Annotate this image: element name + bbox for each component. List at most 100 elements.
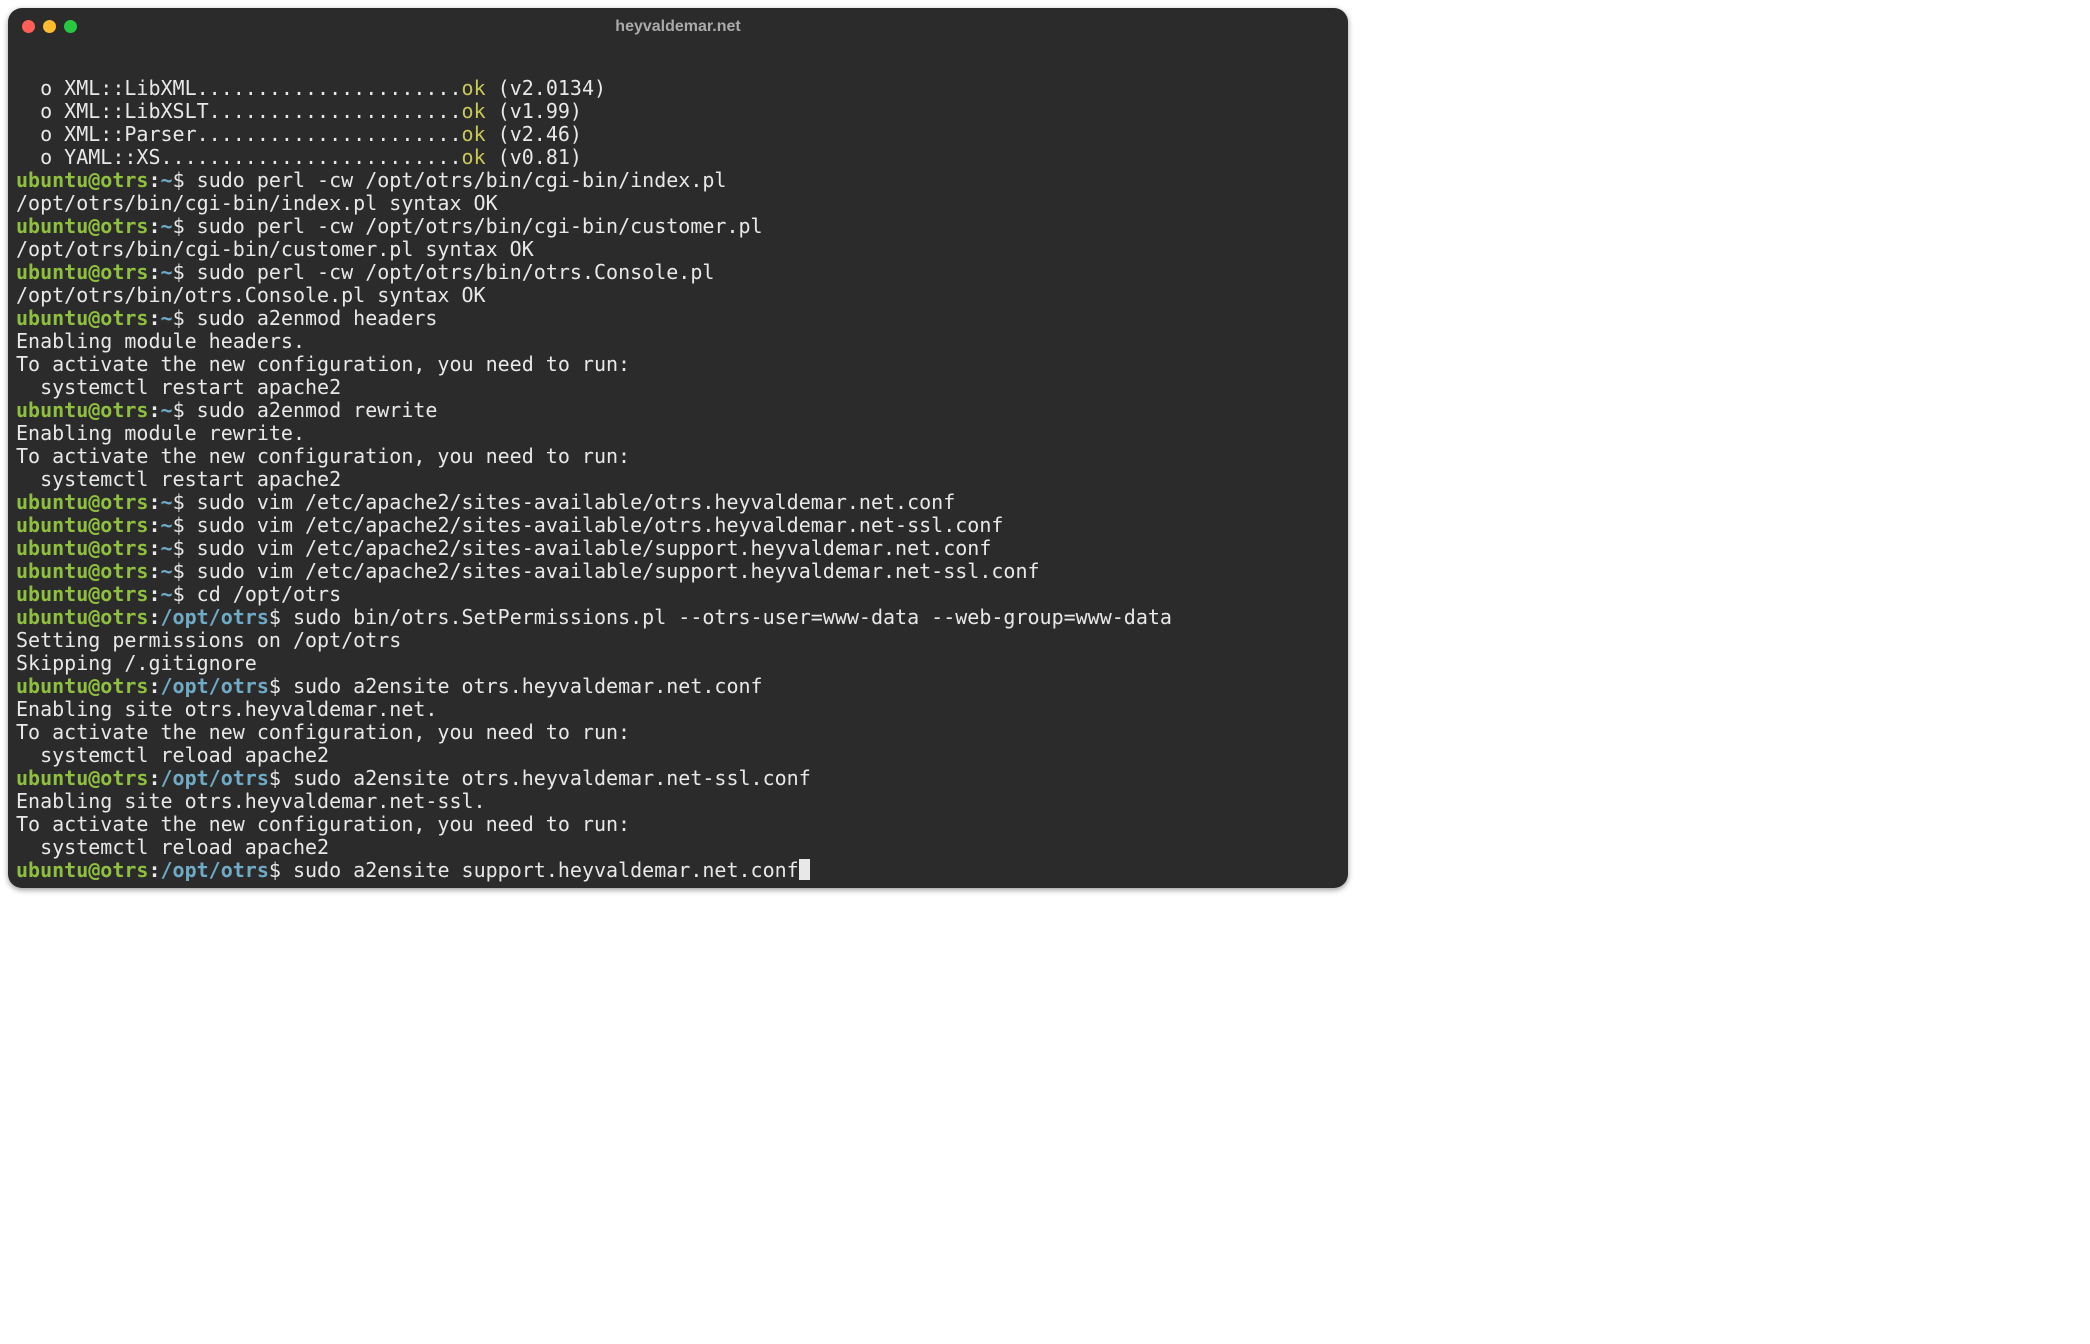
- command-text: sudo bin/otrs.SetPermissions.pl --otrs-u…: [281, 605, 1172, 629]
- prompt-path: ~: [161, 398, 173, 422]
- output-line: Setting permissions on /opt/otrs: [16, 628, 401, 652]
- output-line: o XML::Parser......................: [16, 122, 462, 146]
- prompt-colon: :: [148, 559, 160, 583]
- prompt-colon: :: [148, 513, 160, 537]
- prompt-host: otrs: [100, 513, 148, 537]
- prompt-path: ~: [161, 306, 173, 330]
- prompt-user: ubuntu: [16, 674, 88, 698]
- prompt-colon: :: [148, 260, 160, 284]
- minimize-icon[interactable]: [43, 20, 56, 33]
- prompt-path: ~: [161, 513, 173, 537]
- prompt-dollar: $: [173, 398, 185, 422]
- window-title: heyvaldemar.net: [8, 15, 1348, 38]
- prompt-dollar: $: [173, 306, 185, 330]
- prompt-user: ubuntu: [16, 605, 88, 629]
- prompt-colon: :: [148, 582, 160, 606]
- prompt-host: otrs: [100, 674, 148, 698]
- prompt-host: otrs: [100, 605, 148, 629]
- prompt-path: ~: [161, 214, 173, 238]
- output-line: /opt/otrs/bin/cgi-bin/index.pl syntax OK: [16, 191, 498, 215]
- prompt-user: ubuntu: [16, 766, 88, 790]
- prompt-host: otrs: [100, 858, 148, 882]
- output-line: Enabling site otrs.heyvaldemar.net-ssl.: [16, 789, 486, 813]
- prompt-colon: :: [148, 490, 160, 514]
- prompt-user: ubuntu: [16, 214, 88, 238]
- output-line: systemctl reload apache2: [16, 835, 329, 859]
- command-text: sudo a2enmod rewrite: [185, 398, 438, 422]
- prompt-at: @: [88, 582, 100, 606]
- prompt-path: ~: [161, 582, 173, 606]
- prompt-at: @: [88, 674, 100, 698]
- command-text: sudo vim /etc/apache2/sites-available/su…: [185, 536, 992, 560]
- prompt-dollar: $: [173, 168, 185, 192]
- prompt-user: ubuntu: [16, 490, 88, 514]
- command-text: sudo a2ensite otrs.heyvaldemar.net-ssl.c…: [281, 766, 811, 790]
- prompt-host: otrs: [100, 260, 148, 284]
- prompt-host: otrs: [100, 559, 148, 583]
- window-controls: [22, 20, 77, 33]
- output-line: systemctl restart apache2: [16, 467, 341, 491]
- prompt-dollar: $: [269, 605, 281, 629]
- prompt-host: otrs: [100, 582, 148, 606]
- status-ok: ok: [462, 122, 486, 146]
- output-line: o YAML::XS.........................: [16, 145, 462, 169]
- prompt-at: @: [88, 766, 100, 790]
- close-icon[interactable]: [22, 20, 35, 33]
- output-line: o XML::LibXML......................: [16, 76, 462, 100]
- command-text: sudo perl -cw /opt/otrs/bin/cgi-bin/inde…: [185, 168, 727, 192]
- prompt-dollar: $: [173, 582, 185, 606]
- prompt-user: ubuntu: [16, 168, 88, 192]
- prompt-colon: :: [148, 214, 160, 238]
- cursor-icon: [799, 859, 810, 880]
- output-line: Enabling module rewrite.: [16, 421, 305, 445]
- prompt-at: @: [88, 858, 100, 882]
- prompt-path: ~: [161, 260, 173, 284]
- maximize-icon[interactable]: [64, 20, 77, 33]
- command-text: cd /opt/otrs: [185, 582, 342, 606]
- command-text: sudo vim /etc/apache2/sites-available/su…: [185, 559, 1040, 583]
- output-line: Enabling site otrs.heyvaldemar.net.: [16, 697, 437, 721]
- output-line: /opt/otrs/bin/cgi-bin/customer.pl syntax…: [16, 237, 534, 261]
- output-line: systemctl restart apache2: [16, 375, 341, 399]
- prompt-colon: :: [148, 536, 160, 560]
- titlebar: heyvaldemar.net: [8, 8, 1348, 44]
- prompt-colon: :: [148, 674, 160, 698]
- version-text: (v1.99): [486, 99, 582, 123]
- prompt-dollar: $: [173, 214, 185, 238]
- command-text: sudo a2ensite otrs.heyvaldemar.net.conf: [281, 674, 763, 698]
- prompt-path: /opt/otrs: [161, 605, 269, 629]
- prompt-path: /opt/otrs: [161, 858, 269, 882]
- terminal-body[interactable]: o XML::LibXML......................ok (v…: [8, 44, 1348, 888]
- prompt-colon: :: [148, 858, 160, 882]
- prompt-host: otrs: [100, 490, 148, 514]
- prompt-host: otrs: [100, 766, 148, 790]
- prompt-dollar: $: [173, 490, 185, 514]
- prompt-path: /opt/otrs: [161, 674, 269, 698]
- prompt-at: @: [88, 513, 100, 537]
- status-ok: ok: [462, 99, 486, 123]
- output-line: systemctl reload apache2: [16, 743, 329, 767]
- prompt-at: @: [88, 605, 100, 629]
- command-text: sudo perl -cw /opt/otrs/bin/otrs.Console…: [185, 260, 715, 284]
- prompt-host: otrs: [100, 306, 148, 330]
- prompt-at: @: [88, 536, 100, 560]
- prompt-at: @: [88, 398, 100, 422]
- prompt-dollar: $: [173, 536, 185, 560]
- prompt-dollar: $: [173, 260, 185, 284]
- prompt-at: @: [88, 559, 100, 583]
- prompt-dollar: $: [269, 766, 281, 790]
- prompt-colon: :: [148, 168, 160, 192]
- output-line: Skipping /.gitignore: [16, 651, 257, 675]
- command-text: sudo a2enmod headers: [185, 306, 438, 330]
- command-text: sudo perl -cw /opt/otrs/bin/cgi-bin/cust…: [185, 214, 763, 238]
- prompt-user: ubuntu: [16, 260, 88, 284]
- prompt-host: otrs: [100, 536, 148, 560]
- prompt-colon: :: [148, 306, 160, 330]
- prompt-dollar: $: [269, 674, 281, 698]
- output-line: To activate the new configuration, you n…: [16, 352, 630, 376]
- prompt-path: ~: [161, 490, 173, 514]
- status-ok: ok: [462, 145, 486, 169]
- prompt-user: ubuntu: [16, 858, 88, 882]
- prompt-user: ubuntu: [16, 536, 88, 560]
- prompt-host: otrs: [100, 398, 148, 422]
